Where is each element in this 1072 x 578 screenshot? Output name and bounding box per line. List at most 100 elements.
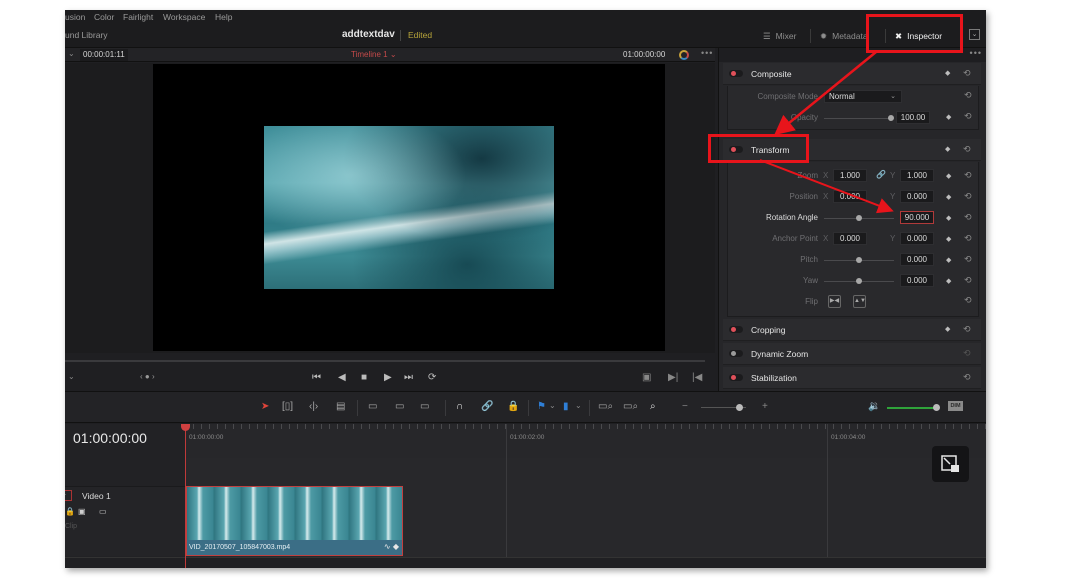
jog-control[interactable]: ‹ ● › [140, 372, 155, 381]
zoom-detail-icon[interactable]: ▭⌕ [623, 401, 638, 412]
reset-icon[interactable]: ⟲ [964, 170, 972, 181]
link-icon[interactable]: 🔗 [876, 170, 886, 179]
reset-icon[interactable]: ⟲ [964, 111, 972, 122]
selection-tool-icon[interactable]: ➤ [261, 401, 269, 412]
keyframe-icon[interactable]: ◆ [946, 113, 951, 121]
track-name[interactable]: Video 1 [82, 491, 111, 501]
chevron-down-icon[interactable]: ⌄ [68, 372, 75, 381]
snapping-icon[interactable]: ∩ [456, 401, 463, 412]
reset-icon[interactable]: ⟲ [964, 275, 972, 286]
zoom-full-icon[interactable]: ▭⌕ [598, 401, 613, 412]
reset-icon[interactable]: ⟲ [964, 212, 972, 223]
cropping-toggle[interactable] [729, 326, 743, 333]
opacity-slider[interactable] [824, 118, 892, 119]
overwrite-clip-icon[interactable]: ▭ [395, 401, 404, 412]
sound-library-tab[interactable]: und Library [65, 30, 108, 40]
skip-to-end-icon[interactable]: ⏭ [404, 372, 413, 383]
reset-icon[interactable]: ⟲ [963, 68, 971, 79]
pitch-knob[interactable] [856, 257, 862, 263]
reset-icon[interactable]: ⟲ [964, 90, 972, 101]
position-x-input[interactable]: 0.000 [833, 190, 867, 203]
trim-tool-icon[interactable]: [▯] [282, 401, 293, 412]
opacity-knob[interactable] [888, 115, 894, 121]
keyframe-icon[interactable]: ◆ [946, 235, 951, 243]
dynamic-zoom-toggle[interactable] [729, 350, 743, 357]
flip-vertical-icon[interactable]: ▲▼ [853, 295, 866, 308]
keyframe-icon[interactable]: ◆ [946, 277, 951, 285]
reset-icon[interactable]: ⟲ [964, 295, 972, 306]
loop-icon[interactable]: ⟳ [428, 372, 436, 383]
menu-help[interactable]: Help [215, 12, 232, 22]
reset-icon[interactable]: ⟲ [963, 372, 971, 383]
keyframe-icon[interactable]: ◆ [945, 69, 950, 77]
menu-fusion[interactable]: usion [65, 12, 85, 22]
timeline-timecode[interactable]: 01:00:00:00 [73, 430, 147, 446]
auto-select-icon[interactable]: ▣ [78, 507, 86, 516]
zoom-custom-icon[interactable]: ⌕ [650, 401, 656, 412]
mark-out-icon[interactable]: |◀ [692, 372, 702, 383]
blade-tool-icon[interactable]: ▤ [336, 401, 345, 412]
position-y-input[interactable]: 0.000 [900, 190, 934, 203]
keyframe-icon[interactable]: ◆ [945, 145, 950, 153]
menu-fairlight[interactable]: Fairlight [123, 12, 153, 22]
composite-mode-dropdown[interactable]: Normal ⌄ [824, 90, 902, 103]
stabilization-toggle[interactable] [729, 374, 743, 381]
track-enable-icon[interactable]: ▭ [99, 507, 107, 516]
keyframe-icon[interactable]: ◆ [946, 256, 951, 264]
section-composite[interactable]: Composite ◆ ⟲ [723, 63, 981, 85]
yaw-input[interactable]: 0.000 [900, 274, 934, 287]
step-back-icon[interactable]: ◀ [338, 372, 346, 383]
timeline-ruler[interactable]: 01:00:00:00 01:00:02:00 01:00:04:00 [185, 424, 986, 458]
picture-in-picture-button[interactable] [932, 446, 969, 482]
rotation-knob[interactable] [856, 215, 862, 221]
viewer-scrub-bar[interactable] [65, 360, 705, 362]
keyframe-icon[interactable]: ◆ [945, 325, 950, 333]
reset-icon[interactable]: ⟲ [964, 191, 972, 202]
keyframe-icon[interactable]: ◆ [946, 214, 951, 222]
playhead[interactable] [185, 424, 186, 568]
rotation-angle-input[interactable]: 90.000 [900, 211, 934, 224]
flip-horizontal-icon[interactable]: ▶◀ [828, 295, 841, 308]
reset-icon[interactable]: ⟲ [963, 144, 971, 155]
zoom-out-icon[interactable]: − [682, 401, 688, 412]
menu-color[interactable]: Color [94, 12, 114, 22]
viewer-timecode[interactable]: 01:00:00:00 [623, 50, 665, 59]
keyframe-icon[interactable]: ◆ [946, 193, 951, 201]
chevron-down-icon[interactable]: ⌄ [575, 401, 582, 410]
pitch-input[interactable]: 0.000 [900, 253, 934, 266]
replace-clip-icon[interactable]: ▭ [420, 401, 429, 412]
opacity-input[interactable]: 100.00 [896, 111, 930, 124]
section-cropping[interactable]: Cropping ◆ ⟲ [723, 319, 981, 341]
source-timecode[interactable]: 00:00:01:11 [80, 49, 128, 61]
skip-to-start-icon[interactable]: ⏮ [312, 372, 321, 383]
reset-icon[interactable]: ⟲ [964, 233, 972, 244]
stop-icon[interactable]: ■ [361, 372, 367, 383]
section-stabilization[interactable]: Stabilization ⟲ [723, 367, 981, 389]
yaw-knob[interactable] [856, 278, 862, 284]
composite-toggle[interactable] [729, 70, 743, 77]
viewer-canvas[interactable] [153, 64, 665, 351]
volume-slider[interactable] [887, 407, 937, 409]
anchor-x-input[interactable]: 0.000 [833, 232, 867, 245]
reset-icon[interactable]: ⟲ [963, 324, 971, 335]
tab-metadata[interactable]: ✹ Metadata [820, 27, 868, 45]
chevron-down-icon[interactable]: ⌄ [549, 401, 556, 410]
play-icon[interactable]: ▶ [384, 372, 392, 383]
zoom-x-input[interactable]: 1.000 [833, 169, 867, 182]
zoom-in-icon[interactable]: + [762, 401, 768, 412]
timeline-selector[interactable]: Timeline 1 ⌄ [351, 50, 397, 59]
lock-track-icon[interactable]: 🔒 [65, 507, 75, 516]
clip-keyframe-curve-icon[interactable]: ∿ ◆ [384, 542, 399, 551]
dim-button[interactable]: DIM [948, 401, 963, 411]
linked-selection-icon[interactable]: 🔗 [481, 401, 493, 412]
zoom-y-input[interactable]: 1.000 [900, 169, 934, 182]
match-frame-icon[interactable]: ▣ [642, 372, 651, 383]
tab-mixer[interactable]: ☰ Mixer [763, 27, 796, 45]
insert-clip-icon[interactable]: ▭ [368, 401, 377, 412]
more-options-icon[interactable]: ••• [970, 48, 982, 58]
more-options-icon[interactable]: ••• [701, 48, 713, 58]
section-dynamic-zoom[interactable]: Dynamic Zoom ⟲ [723, 343, 981, 365]
flag-icon[interactable]: ⚑ [537, 401, 546, 412]
reset-icon[interactable]: ⟲ [963, 348, 971, 359]
dynamic-trim-icon[interactable]: ‹|› [309, 401, 318, 412]
